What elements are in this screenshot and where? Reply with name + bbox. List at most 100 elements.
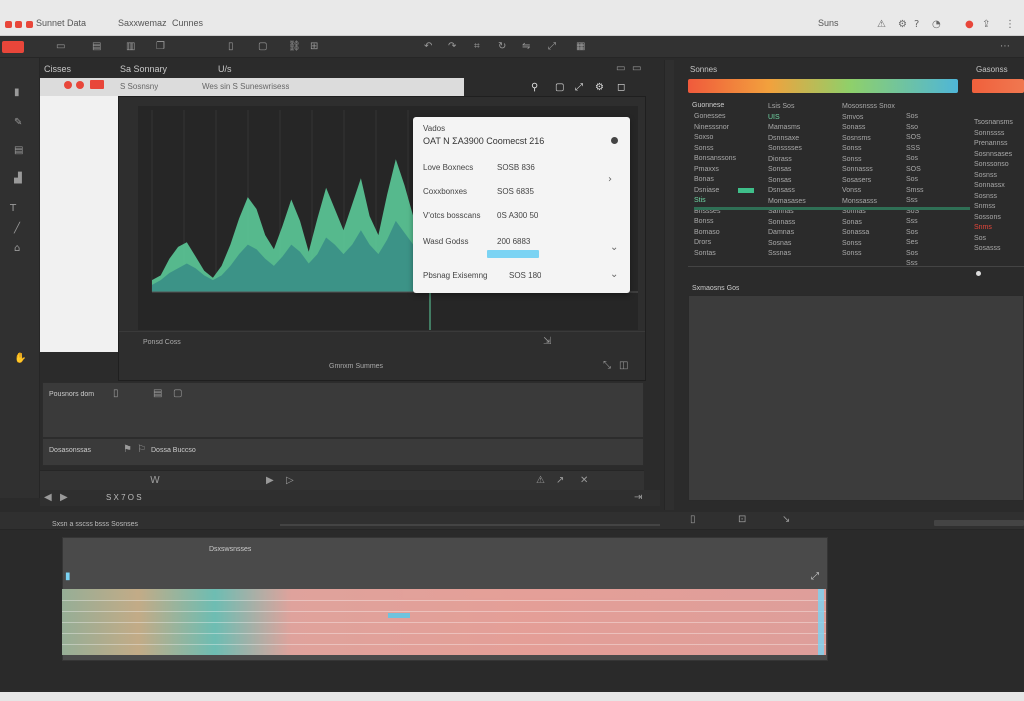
property-cell: Prenannss: [974, 140, 1008, 147]
rotate-icon[interactable]: ↻: [498, 42, 506, 52]
panel-flag-icon[interactable]: ⚐: [137, 445, 146, 455]
property-cell: Sonsas: [768, 166, 792, 173]
zoom-icon[interactable]: ⊞: [310, 42, 318, 52]
doc-breadcrumb-2[interactable]: Wes sin S Suneswrisess: [202, 82, 289, 91]
doc-minimize-icon[interactable]: [76, 81, 84, 89]
copy-icon[interactable]: ❐: [156, 42, 165, 52]
bell-icon[interactable]: ◔: [932, 20, 941, 30]
lower-panel-2[interactable]: Dosasonssas ⚑ ⚐ Dossa Buccso: [42, 438, 644, 466]
property-cell: Damnas: [768, 229, 795, 236]
preview-area[interactable]: [688, 295, 1024, 501]
expand-panel-icon[interactable]: ⤢: [575, 83, 583, 93]
forward-icon[interactable]: ▶: [60, 493, 68, 503]
bar-end-icon[interactable]: ⇥: [634, 493, 642, 503]
select-tool-icon[interactable]: ▮: [14, 88, 20, 98]
window-icon[interactable]: ▢: [555, 83, 564, 93]
dock-icon[interactable]: ▯: [690, 515, 696, 525]
popup-chevron-icon[interactable]: ›: [608, 175, 612, 185]
popup-chevron-down-icon[interactable]: ⌄: [610, 270, 618, 280]
property-cell: Tsosnansms: [974, 119, 1013, 126]
panel-doc-icon[interactable]: ▢: [173, 389, 182, 399]
close-panel-icon[interactable]: ◻: [617, 83, 625, 93]
doc-breadcrumb[interactable]: S Sosnsny: [120, 82, 158, 91]
property-cell: Sosnnsases: [974, 150, 1013, 158]
nav-arrow-icon[interactable]: ↗: [556, 476, 564, 486]
doc-close-icon[interactable]: [64, 81, 72, 89]
dock-icon-2[interactable]: ⊡: [738, 515, 746, 525]
menu-icon[interactable]: ⋮: [1005, 20, 1015, 30]
dock-scrubber[interactable]: [280, 524, 660, 526]
more-icon[interactable]: ⋯: [1000, 42, 1010, 52]
property-cell: Drors: [694, 239, 712, 246]
panel-splitter[interactable]: [664, 60, 674, 510]
nav-alert-icon[interactable]: ⚠: [536, 476, 545, 486]
flip-icon[interactable]: ⇋: [522, 42, 530, 52]
pen-tool-icon[interactable]: ✎: [14, 118, 22, 128]
line-tool-icon[interactable]: ╱: [14, 224, 20, 234]
chart-tool-icon[interactable]: ▟: [14, 174, 22, 184]
chart-more-icon[interactable]: ◫: [619, 361, 628, 371]
pin-icon[interactable]: ⚲: [531, 83, 538, 93]
panel-item-icon[interactable]: ▯: [113, 389, 119, 399]
share-icon[interactable]: ⇪: [982, 20, 990, 30]
doc-flag-icon[interactable]: [90, 80, 104, 89]
toolbar: ▭ ▤ ▥ ❐ ▯ ▢ ⛓ ⊞ ↶ ↷ ⌗ ↻ ⇋ ⤢ ▦ ⋯: [0, 36, 1024, 58]
nav-play-icon[interactable]: ▶: [266, 476, 274, 486]
tab-main[interactable]: Saxxwemaz: [118, 18, 167, 34]
panel-stack-icon[interactable]: ▤: [153, 389, 162, 399]
record-icon[interactable]: ●: [965, 20, 974, 30]
panel-options-icon[interactable]: ▭: [616, 64, 625, 74]
text-tool-icon[interactable]: T: [10, 204, 16, 214]
property-cell: SOS: [906, 134, 921, 141]
file-icon[interactable]: ▯: [228, 42, 234, 52]
hand-tool-icon[interactable]: ✋: [14, 354, 26, 364]
layers-tool-icon[interactable]: ▤: [14, 146, 23, 156]
maximize-window-icon[interactable]: [26, 21, 33, 28]
property-cell: Sonnass: [768, 218, 796, 226]
lower-panel-1[interactable]: Pousnors dom ▯ ▤ ▢: [42, 382, 644, 438]
chart-export-icon[interactable]: ⇲: [543, 337, 551, 347]
panel-collapse-icon[interactable]: ▭: [632, 64, 641, 74]
popup-chevron-down-icon[interactable]: ⌄: [610, 243, 618, 253]
tag-tool-icon[interactable]: ⌂: [14, 244, 20, 254]
timeline-handle[interactable]: [818, 589, 824, 655]
link-icon[interactable]: ⛓: [288, 42, 301, 52]
panel-flag-icon[interactable]: ⚑: [123, 445, 132, 455]
crop-icon[interactable]: ⌗: [474, 42, 480, 52]
dock-zoom-slider[interactable]: [934, 520, 1024, 526]
track-marker-icon[interactable]: ▮: [65, 572, 71, 582]
settings-panel-icon[interactable]: ⚙: [595, 83, 604, 93]
workspace-tab-1[interactable]: Cisses: [44, 64, 71, 74]
minimize-window-icon[interactable]: [15, 21, 22, 28]
tab-secondary[interactable]: Cunnes: [172, 18, 203, 34]
nav-cross-icon[interactable]: ✕: [580, 476, 588, 486]
popup-row-label: V'otcs bosscans: [423, 211, 481, 220]
nav-step-icon[interactable]: ▷: [286, 476, 294, 486]
folder-icon[interactable]: ▭: [56, 42, 65, 52]
primary-action-button[interactable]: [2, 41, 24, 53]
print-icon[interactable]: ▥: [126, 42, 135, 52]
expand-icon[interactable]: ⤢: [548, 42, 556, 52]
color-scale-bar[interactable]: [688, 79, 958, 93]
slider-handle[interactable]: [976, 271, 981, 276]
gear-icon[interactable]: ⚙: [898, 20, 907, 30]
close-window-icon[interactable]: [5, 21, 12, 28]
nav-w-icon[interactable]: W: [150, 476, 160, 486]
back-icon[interactable]: ◀: [44, 493, 52, 503]
workspace-tab-2[interactable]: Sa Sonnary: [120, 64, 167, 74]
redo-icon[interactable]: ↷: [448, 42, 456, 52]
undo-icon[interactable]: ↶: [424, 42, 432, 52]
color-swatch[interactable]: [972, 79, 1024, 93]
save-icon[interactable]: ▤: [92, 42, 101, 52]
dock-icon-3[interactable]: ↘: [782, 515, 790, 525]
grid-icon[interactable]: ▦: [576, 42, 585, 52]
help-icon[interactable]: ?: [914, 20, 919, 30]
popup-row-value: 200 6883: [497, 237, 531, 246]
page-icon[interactable]: ▢: [258, 42, 267, 52]
chart-zoom-icon[interactable]: ⤡: [603, 361, 611, 371]
track-end-icon[interactable]: ⤢: [811, 572, 819, 582]
property-cell: Sss: [906, 218, 918, 225]
timeline-cursor[interactable]: [388, 613, 410, 618]
warning-icon[interactable]: ⚠: [877, 20, 886, 30]
popup-dot-icon[interactable]: [611, 137, 618, 144]
